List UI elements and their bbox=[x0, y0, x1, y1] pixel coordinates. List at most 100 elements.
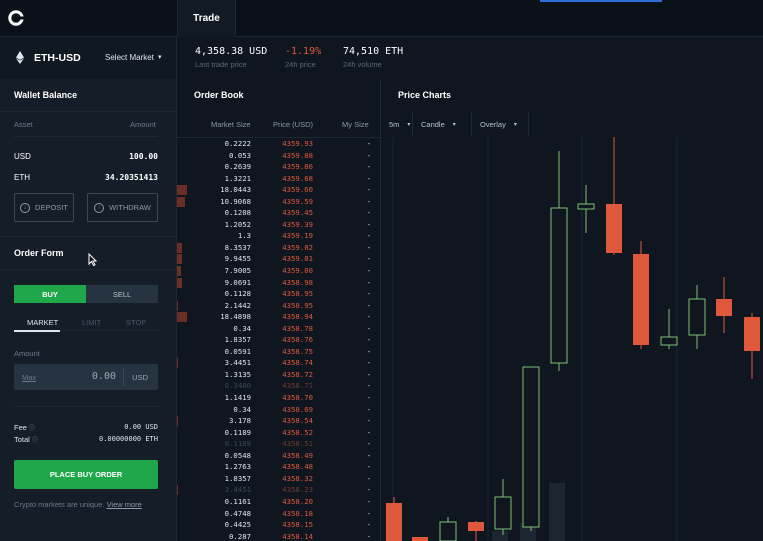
order-book-row[interactable]: 18.4898 4358.94 - bbox=[177, 311, 380, 323]
chart-type-select[interactable]: Candle ▾ bbox=[413, 111, 472, 137]
order-size: 9.0691 bbox=[224, 277, 251, 287]
order-book-row[interactable]: 0.1189 4358.51 - bbox=[177, 438, 380, 450]
order-size: 0.1161 bbox=[224, 496, 251, 506]
chevron-down-icon[interactable]: ▾ bbox=[158, 53, 162, 61]
order-price: 4358.70 bbox=[282, 393, 313, 403]
order-book-row[interactable]: 18.0443 4359.60 - bbox=[177, 184, 380, 196]
overlay-select[interactable]: Overlay ▾ bbox=[472, 111, 529, 137]
withdraw-button[interactable]: ↑ WITHDRAW bbox=[87, 193, 158, 222]
stat-24h-volume: 74,510 ETH 24h volume bbox=[343, 46, 403, 69]
order-price: 4358.98 bbox=[282, 277, 313, 287]
order-price: 4358.23 bbox=[282, 485, 313, 495]
candlestick-plot bbox=[386, 137, 760, 541]
amount-input[interactable]: Max 0.00 USD bbox=[14, 364, 158, 390]
order-book-row[interactable]: 0.0548 4358.49 - bbox=[177, 450, 380, 462]
my-size: - bbox=[366, 162, 371, 172]
order-book-row[interactable]: 1.3135 4358.72 - bbox=[177, 369, 380, 381]
order-book-row[interactable]: 1.2052 4359.39 - bbox=[177, 219, 380, 231]
order-book-row[interactable]: 2.1442 4358.95 - bbox=[177, 300, 380, 312]
depth-bar bbox=[177, 266, 181, 277]
order-book-row[interactable]: 0.4748 4358.18 - bbox=[177, 508, 380, 520]
order-book-row[interactable]: 0.0591 4358.75 - bbox=[177, 346, 380, 358]
order-book-row[interactable]: 3.4451 4358.74 - bbox=[177, 357, 380, 369]
order-book-row[interactable]: 0.34 4358.78 - bbox=[177, 323, 380, 335]
order-book-row[interactable]: 9.0691 4358.98 - bbox=[177, 277, 380, 289]
order-size: 2.1442 bbox=[224, 300, 251, 310]
wallet-balance-title: Wallet Balance bbox=[14, 90, 78, 100]
order-book-row[interactable]: 10.9068 4359.59 - bbox=[177, 196, 380, 208]
order-book-row[interactable]: 0.34 4358.69 - bbox=[177, 404, 380, 416]
my-size: - bbox=[366, 150, 371, 160]
asset-name: ETH bbox=[14, 173, 30, 182]
order-price: 4358.32 bbox=[282, 473, 313, 483]
volume-bar bbox=[549, 483, 565, 541]
candle-body bbox=[386, 503, 402, 541]
order-book-row[interactable]: 1.3221 4359.68 - bbox=[177, 173, 380, 185]
order-book-row[interactable]: 0.287 4358.14 - bbox=[177, 531, 380, 541]
candle-body bbox=[412, 537, 428, 541]
my-size: - bbox=[366, 242, 371, 252]
order-price: 4358.69 bbox=[282, 404, 313, 414]
interval-select[interactable]: 5m ▾ bbox=[381, 111, 413, 137]
depth-bar bbox=[177, 242, 182, 253]
my-size: - bbox=[366, 277, 371, 287]
select-market-label[interactable]: Select Market bbox=[105, 53, 154, 62]
order-book-row[interactable]: 0.1208 4359.45 - bbox=[177, 207, 380, 219]
info-icon[interactable]: ⓘ bbox=[32, 438, 38, 444]
market-selector[interactable]: ETH-USD Select Market ▾ bbox=[0, 37, 177, 79]
my-size: - bbox=[366, 312, 371, 322]
order-type-stop[interactable]: STOP bbox=[126, 318, 146, 327]
order-book-row[interactable]: 3.178 4358.54 - bbox=[177, 415, 380, 427]
order-book-row[interactable]: 0.1189 4358.52 - bbox=[177, 427, 380, 439]
buy-tab[interactable]: BUY bbox=[14, 285, 86, 303]
col-amount: Amount bbox=[130, 120, 156, 129]
order-book-row[interactable]: 1.2763 4358.48 - bbox=[177, 461, 380, 473]
order-book-row[interactable]: 3.4451 4358.23 - bbox=[177, 484, 380, 496]
my-size: - bbox=[366, 485, 371, 495]
sell-tab[interactable]: SELL bbox=[86, 285, 158, 303]
chart-type-value: Candle bbox=[421, 119, 445, 129]
amount-value[interactable]: 0.00 bbox=[92, 371, 116, 382]
order-type-limit[interactable]: LIMIT bbox=[82, 318, 101, 327]
order-book-row[interactable]: 1.8357 4358.76 - bbox=[177, 334, 380, 346]
depth-bar bbox=[177, 300, 178, 311]
order-book-row[interactable]: 1.1419 4358.70 - bbox=[177, 392, 380, 404]
order-price: 4358.14 bbox=[282, 531, 313, 541]
tab-trade[interactable]: Trade bbox=[177, 0, 236, 38]
order-book-row[interactable]: 7.9005 4359.00 - bbox=[177, 265, 380, 277]
order-book-row[interactable]: 0.2222 4359.93 - bbox=[177, 138, 380, 150]
order-price: 4358.74 bbox=[282, 358, 313, 368]
info-icon[interactable]: ⓘ bbox=[29, 426, 35, 432]
order-book-row[interactable]: 0.053 4359.88 - bbox=[177, 150, 380, 162]
coinbase-logo-icon[interactable] bbox=[0, 0, 32, 36]
order-size: 1.3221 bbox=[224, 173, 251, 183]
order-book-row[interactable]: 0.1128 4358.95 - bbox=[177, 288, 380, 300]
depth-bar bbox=[177, 416, 178, 427]
order-type-market[interactable]: MARKET bbox=[27, 318, 58, 327]
order-book-title: Order Book bbox=[194, 90, 244, 100]
chevron-down-icon: ▾ bbox=[407, 121, 411, 128]
place-buy-order-button[interactable]: PLACE BUY ORDER bbox=[14, 460, 158, 489]
order-price: 4358.95 bbox=[282, 300, 313, 310]
order-price: 4358.95 bbox=[282, 289, 313, 299]
total-label-group: Total ⓘ bbox=[14, 435, 38, 444]
order-book-row[interactable]: 1.3 4359.19 - bbox=[177, 230, 380, 242]
order-price: 4358.52 bbox=[282, 427, 313, 437]
order-book-row[interactable]: 0.4425 4358.15 - bbox=[177, 519, 380, 531]
order-price: 4358.20 bbox=[282, 496, 313, 506]
order-book-row[interactable]: 0.3400 4358.71 - bbox=[177, 380, 380, 392]
max-link[interactable]: Max bbox=[22, 373, 36, 382]
order-size: 3.4451 bbox=[224, 485, 251, 495]
depth-bar bbox=[177, 185, 187, 196]
order-size: 1.3135 bbox=[224, 369, 251, 379]
order-book-row[interactable]: 9.9455 4359.01 - bbox=[177, 253, 380, 265]
deposit-button[interactable]: ↓ DEPOSIT bbox=[14, 193, 74, 222]
order-book-row[interactable]: 1.8357 4358.32 - bbox=[177, 473, 380, 485]
order-book-row[interactable]: 0.1161 4358.20 - bbox=[177, 496, 380, 508]
candlestick-chart[interactable] bbox=[381, 137, 763, 541]
col-my-size: My Size bbox=[342, 120, 369, 129]
order-book-row[interactable]: 0.2639 4359.86 - bbox=[177, 161, 380, 173]
price-charts-title: Price Charts bbox=[398, 90, 452, 100]
view-more-link[interactable]: View more bbox=[107, 500, 142, 509]
order-book-row[interactable]: 8.3537 4359.02 - bbox=[177, 242, 380, 254]
